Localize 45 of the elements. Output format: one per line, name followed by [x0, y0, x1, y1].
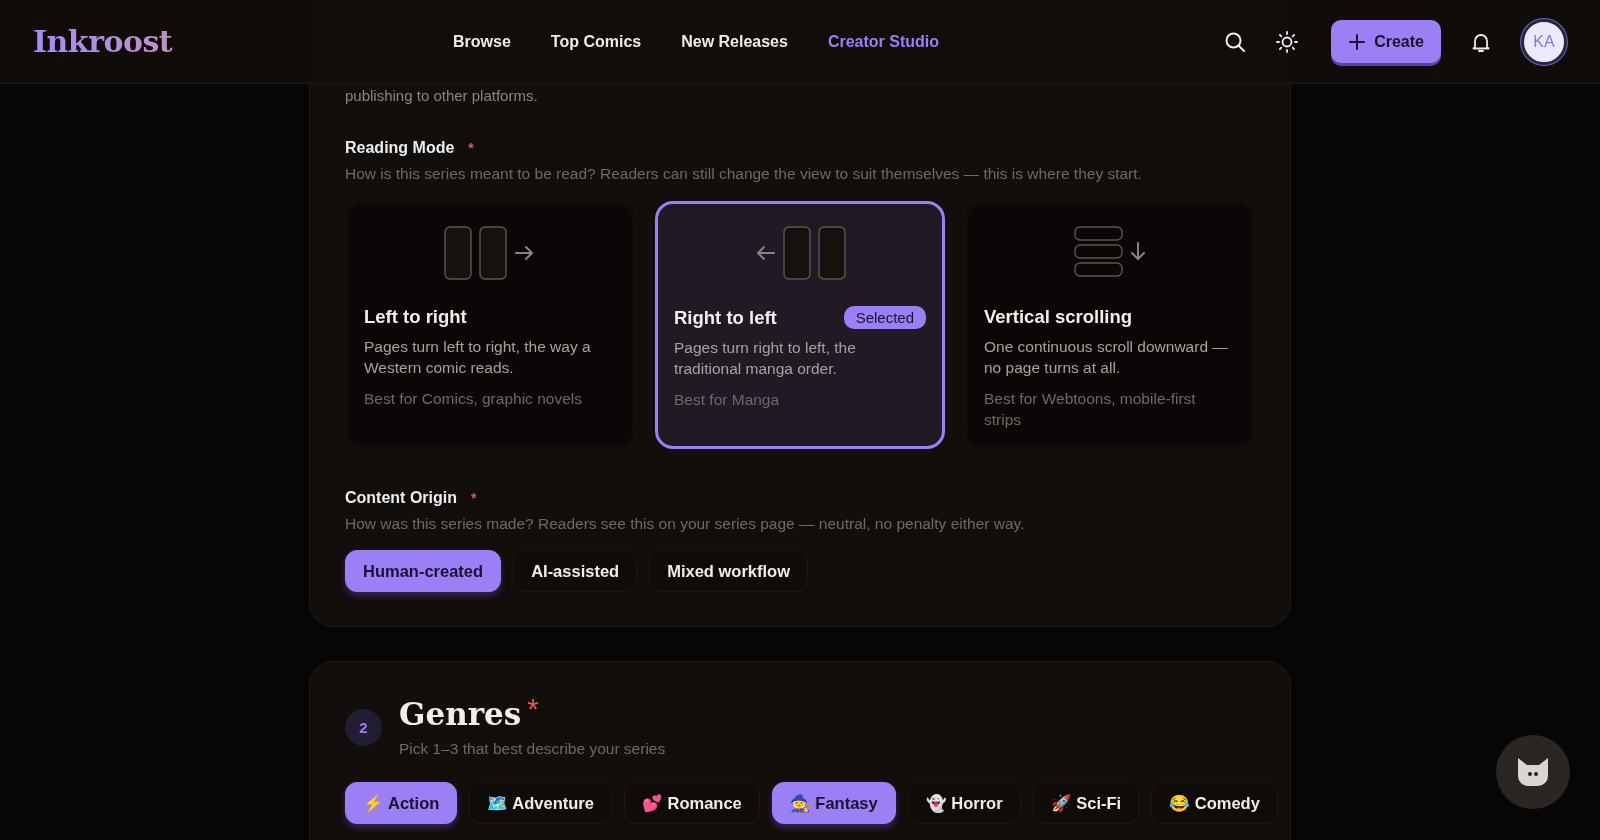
mode-title: Vertical scrolling [984, 306, 1133, 328]
mode-description: One continuous scroll downward — no page turns at all. [984, 337, 1229, 378]
section-title: Genres [399, 696, 522, 732]
selected-badge: Selected [843, 306, 926, 329]
genre-chip[interactable]: 👻 Horror [907, 782, 1021, 824]
nav-link[interactable]: Creator Studio [827, 32, 940, 51]
field-hint: How was this series made? Readers see this on your series page — neutral, no penalty either way. [345, 515, 1026, 533]
required-mark: * [471, 490, 477, 506]
sun-icon[interactable] [1275, 29, 1300, 54]
mode-best-for: Best for Webtoons, mobile-first strips [984, 389, 1197, 430]
genre-chip[interactable]: 🚀 Sci-Fi [1032, 782, 1140, 824]
section-text: publishing to other platforms. [345, 86, 539, 106]
field-label: Content Origin [345, 489, 457, 507]
field-label: Reading Mode [345, 139, 455, 157]
section-subtitle: Pick 1–3 that best describe your series [399, 740, 666, 758]
mode-description: Pages turn left to right, the way a Western comic reads. [364, 337, 592, 378]
required-mark: * [527, 696, 539, 722]
reading-mode-card[interactable]: Right to left Selected Pages turn right to left, the traditional manga order. Best for Manga [655, 201, 945, 449]
field-hint: How is this series meant to be read? Readers can still change the view to suit themselves — this is where they start. [345, 165, 1143, 183]
mode-best-for: Best for Manga [674, 390, 781, 410]
create-button[interactable]: Create [1331, 20, 1441, 63]
pages-left-arrow-icon [754, 226, 846, 282]
reading-mode-card[interactable]: Vertical scrolling One continuous scroll downward — no page turns at all. Best for Webtoons, mobile-first strips [965, 201, 1255, 449]
nav-link[interactable]: Browse [453, 32, 511, 51]
nav-link[interactable]: New Releases [681, 32, 788, 51]
genre-chip[interactable]: ⚡ Action [345, 782, 458, 824]
genre-chip[interactable]: 🗺 Adventure [469, 782, 612, 824]
genre-chip[interactable]: 💕 Romance [623, 782, 760, 824]
genre-chip[interactable]: 🧙 Fantasy [771, 782, 896, 824]
required-mark: * [468, 140, 474, 156]
mode-description: Pages turn right to left, the traditional manga order. [674, 338, 857, 379]
reading-mode-card[interactable]: Left to right Pages turn left to right, the way a Western comic reads. Best for Comics, graphic novels [345, 201, 635, 449]
genre-chip[interactable]: 😂 Comedy [1151, 782, 1278, 824]
origin-option[interactable]: AI-assisted [513, 550, 638, 592]
stacked-strips-icon [1074, 226, 1146, 278]
origin-option[interactable]: Human-created [345, 550, 502, 592]
mode-best-for: Best for Comics, graphic novels [364, 389, 583, 409]
cat-icon [1516, 756, 1550, 788]
mode-title: Left to right [364, 306, 467, 328]
origin-option[interactable]: Mixed workflow [649, 550, 809, 592]
mode-title: Right to left [674, 306, 777, 329]
nav-link[interactable]: Top Comics [550, 32, 642, 51]
pages-right-arrow-icon [444, 226, 536, 282]
plus-icon [1348, 32, 1367, 51]
step-number: 2 [345, 709, 382, 746]
